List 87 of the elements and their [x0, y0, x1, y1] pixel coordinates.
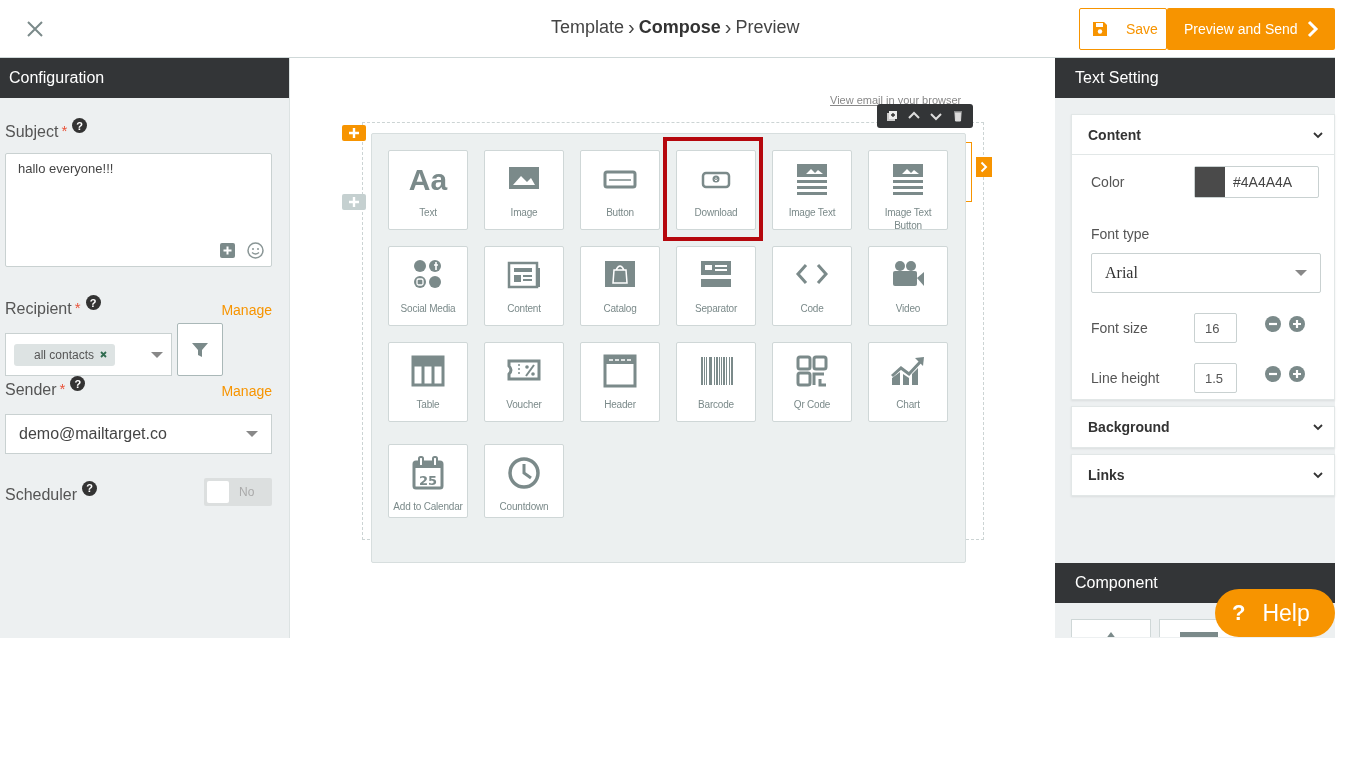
- block-tile[interactable]: Image Text Button: [868, 150, 948, 230]
- help-icon: ?: [70, 376, 86, 391]
- remove-icon: [100, 351, 108, 358]
- help-icon: ?: [72, 118, 88, 133]
- panel-title: Text Setting: [1055, 58, 1335, 98]
- breadcrumb-step[interactable]: Compose: [638, 17, 721, 38]
- field-label: Line height: [1091, 370, 1161, 386]
- block-tile[interactable]: Table: [388, 342, 468, 422]
- color-field[interactable]: #4A4A4A: [1194, 166, 1319, 198]
- plus-icon: [1289, 316, 1305, 332]
- block-tile[interactable]: Social Media: [388, 246, 468, 326]
- section-header[interactable]: Links: [1072, 455, 1334, 495]
- block-tile[interactable]: Voucher: [484, 342, 564, 422]
- block-tile[interactable]: Aa Text: [388, 150, 468, 230]
- block-settings-button[interactable]: [976, 157, 992, 177]
- field-label: Subject: [5, 122, 59, 141]
- close-icon: [26, 19, 44, 38]
- chevron-right-icon: [1307, 19, 1319, 38]
- duplicate-icon[interactable]: [886, 110, 898, 122]
- field-label: Color: [1091, 174, 1126, 190]
- font-select[interactable]: Arial: [1091, 253, 1321, 293]
- help-icon: ?: [1232, 600, 1246, 626]
- block-tile[interactable]: Catalog: [580, 246, 660, 326]
- field-label: Scheduler: [5, 484, 78, 504]
- block-tile[interactable]: Image: [484, 150, 564, 230]
- plus-icon: [1289, 366, 1305, 382]
- bar-icon: [1180, 632, 1218, 637]
- dropdown-caret-icon: [1295, 270, 1307, 276]
- section-header[interactable]: Background: [1072, 407, 1334, 447]
- chevron-down-icon: [1312, 469, 1324, 481]
- block-tile[interactable]: Image Text: [772, 150, 852, 230]
- number-field[interactable]: 1.5: [1194, 363, 1237, 393]
- minus-icon: [1265, 316, 1281, 332]
- preview-send-button[interactable]: Preview and Send: [1167, 7, 1335, 50]
- block-tile[interactable]: Qr Code: [772, 342, 852, 422]
- help-icon: ?: [85, 295, 101, 310]
- font-icon: Aa: [408, 160, 448, 200]
- manage-link[interactable]: Manage: [221, 295, 272, 318]
- number-field[interactable]: 16: [1194, 313, 1237, 343]
- block-tile[interactable]: Separator: [676, 246, 756, 326]
- sender-select[interactable]: demo@mailtarget.co: [5, 414, 272, 454]
- field-label: Recipient: [5, 299, 72, 318]
- required-mark: *: [74, 298, 81, 316]
- manage-link[interactable]: Manage: [221, 376, 272, 399]
- filter-button[interactable]: [177, 323, 223, 376]
- breadcrumb-step[interactable]: Template: [551, 17, 625, 38]
- block-tile[interactable]: Header: [580, 342, 660, 422]
- help-button[interactable]: ? Help: [1215, 589, 1335, 637]
- move-down-icon[interactable]: [930, 110, 942, 122]
- contact-tag[interactable]: all contacts: [14, 343, 116, 366]
- block-tile[interactable]: Barcode: [676, 342, 756, 422]
- block-tile[interactable]: Content: [484, 246, 564, 326]
- save-button[interactable]: Save: [1079, 7, 1167, 50]
- field-label: Sender: [5, 380, 57, 399]
- block-tile[interactable]: Chart: [868, 342, 948, 422]
- block-tile[interactable]: Video: [868, 246, 948, 326]
- floppy-icon: [1092, 20, 1108, 37]
- breadcrumb-step[interactable]: Preview: [735, 17, 800, 38]
- dropdown-caret-icon: [151, 351, 163, 358]
- required-mark: *: [59, 379, 66, 397]
- required-mark: *: [61, 121, 68, 139]
- smiley-icon: [247, 242, 264, 259]
- color-swatch[interactable]: [1195, 167, 1225, 197]
- chevron-right-icon: [980, 161, 988, 173]
- panel-title: Configuration: [0, 58, 289, 98]
- plus-icon: [220, 243, 235, 258]
- breadcrumb-separator: ›: [724, 16, 732, 39]
- plus-icon: [348, 127, 360, 139]
- plus-icon: [348, 196, 360, 208]
- filter-icon: [192, 341, 208, 358]
- minus-icon: [1265, 366, 1281, 382]
- field-label: Font size: [1091, 320, 1149, 336]
- block-tile[interactable]: 25 Add to Calendar: [388, 444, 468, 518]
- section-header[interactable]: Content: [1072, 115, 1334, 155]
- block-tile[interactable]: Button: [580, 150, 660, 230]
- block-tile[interactable]: Countdown: [484, 444, 564, 518]
- dropdown-caret-icon: [246, 431, 258, 437]
- field-label: Font type: [1091, 226, 1151, 242]
- add-block-button[interactable]: [342, 125, 366, 141]
- breadcrumb-separator: ›: [628, 16, 635, 39]
- chevron-down-icon: [1312, 421, 1324, 433]
- subject-field[interactable]: hallo everyone!!!: [5, 153, 272, 267]
- help-icon: ?: [82, 480, 98, 496]
- block-tile[interactable]: Code: [772, 246, 852, 326]
- recipient-select[interactable]: all contacts: [5, 333, 172, 376]
- delete-icon[interactable]: [952, 110, 964, 122]
- block-tile[interactable]: Download: [676, 150, 756, 230]
